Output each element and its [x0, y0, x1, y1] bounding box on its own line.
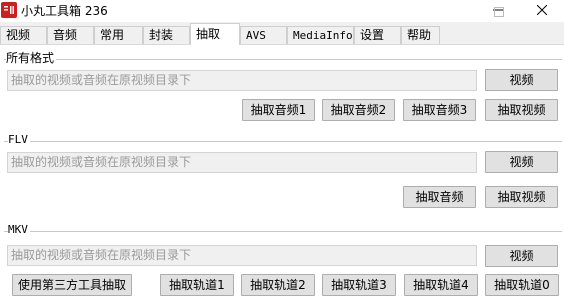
- maximize-icon: [494, 6, 504, 20]
- extract-panel: 所有格式 抽取的视频或音频在原视频目录下 视频 抽取音频1 抽取音频2 抽取音频…: [0, 44, 564, 306]
- flv-browse-button[interactable]: 视频: [485, 151, 558, 173]
- mkv-third-party-button[interactable]: 使用第三方工具抽取: [12, 274, 132, 296]
- extract-track2-button[interactable]: 抽取轨道2: [241, 274, 315, 296]
- tab-avs[interactable]: AVS: [240, 26, 287, 44]
- tab-extract[interactable]: 抽取: [190, 23, 240, 45]
- tab-video[interactable]: 视频: [0, 26, 47, 44]
- tab-audio[interactable]: 音频: [47, 26, 94, 44]
- tab-settings[interactable]: 设置: [354, 26, 401, 44]
- extract-track4-button[interactable]: 抽取轨道4: [404, 274, 478, 296]
- tab-mediainfo[interactable]: MediaInfo: [287, 26, 354, 44]
- extract-track1-button[interactable]: 抽取轨道1: [160, 274, 234, 296]
- tab-bar: 视频 音频 常用 封装 抽取 AVS MediaInfo 设置 帮助: [0, 22, 564, 45]
- extract-track3-button[interactable]: 抽取轨道3: [322, 274, 396, 296]
- tab-help[interactable]: 帮助: [401, 26, 440, 44]
- window-title: 小丸工具箱 236: [21, 4, 108, 18]
- flv-label: FLV: [8, 133, 30, 147]
- extract-audio2-button[interactable]: 抽取音频2: [322, 99, 395, 121]
- close-icon: [536, 4, 548, 18]
- flv-path-field[interactable]: 抽取的视频或音频在原视频目录下: [7, 152, 477, 173]
- extract-track0-button[interactable]: 抽取轨道0: [485, 274, 559, 296]
- all-formats-browse-button[interactable]: 视频: [485, 69, 558, 91]
- extract-video-button[interactable]: 抽取视频: [485, 99, 558, 121]
- mkv-browse-button[interactable]: 视频: [485, 245, 558, 267]
- extract-audio1-button[interactable]: 抽取音频1: [242, 99, 315, 121]
- flv-extract-audio-button[interactable]: 抽取音频: [403, 186, 476, 208]
- mkv-label: MKV: [8, 223, 30, 237]
- extract-audio3-button[interactable]: 抽取音频3: [403, 99, 476, 121]
- title-bar: 小丸工具箱 236: [0, 0, 564, 22]
- tab-mux[interactable]: 封装: [143, 26, 190, 44]
- app-logo-icon: [1, 2, 17, 18]
- all-formats-path-field[interactable]: 抽取的视频或音频在原视频目录下: [7, 70, 477, 91]
- flv-extract-video-button[interactable]: 抽取视频: [485, 186, 558, 208]
- all-formats-label: 所有格式: [6, 51, 57, 65]
- tab-common[interactable]: 常用: [94, 26, 143, 44]
- mkv-path-field[interactable]: 抽取的视频或音频在原视频目录下: [7, 245, 477, 266]
- close-button[interactable]: [520, 0, 564, 22]
